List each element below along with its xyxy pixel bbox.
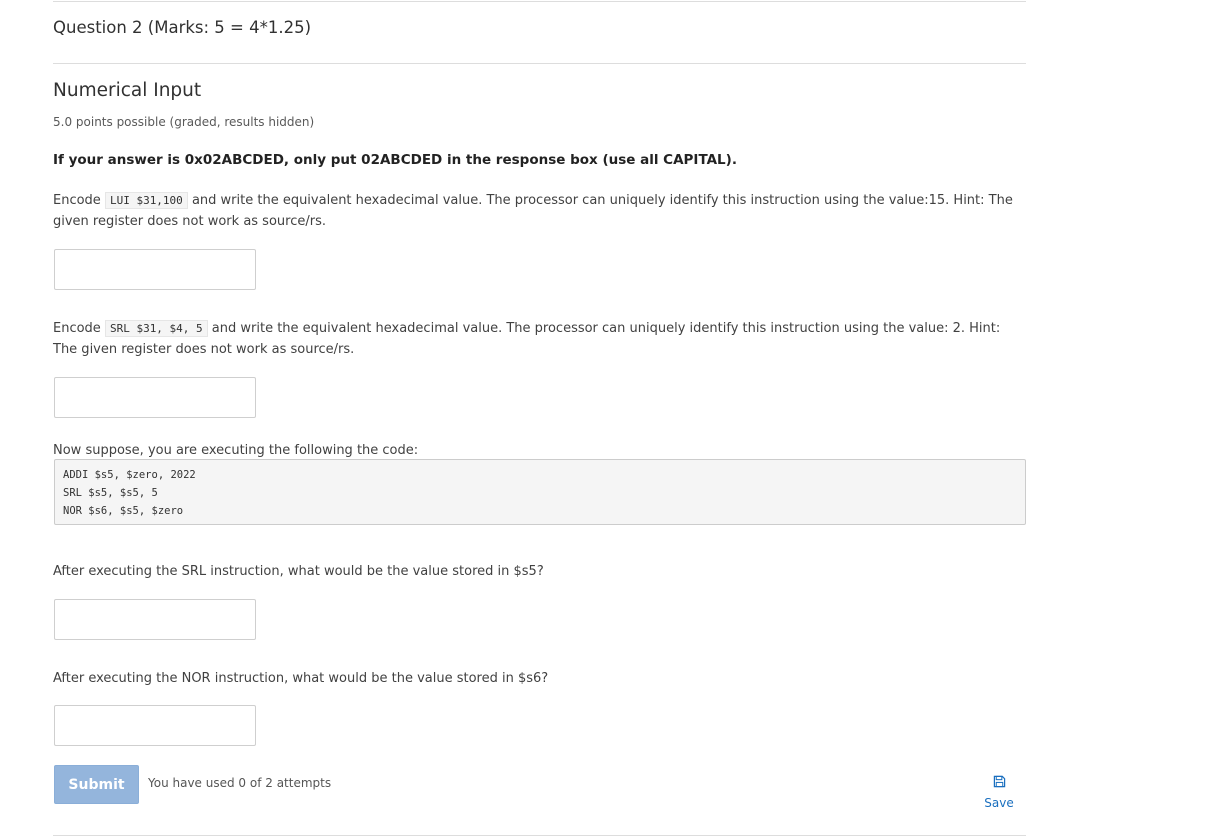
- question-2-text: Encode SRL $31, $4, 5 and write the equi…: [53, 318, 1013, 360]
- bottom-divider: [53, 835, 1026, 836]
- answer-input-2[interactable]: [54, 377, 256, 418]
- question-header: Question 2 (Marks: 5 = 4*1.25): [53, 18, 312, 37]
- floppy-disk-icon: [993, 775, 1005, 788]
- code-line: ADDI $s5, $zero, 2022: [63, 469, 196, 481]
- code-line: NOR $s6, $s5, $zero: [63, 505, 184, 517]
- question-3-text: After executing the SRL instruction, wha…: [53, 564, 544, 579]
- answer-input-1[interactable]: [54, 249, 256, 290]
- top-divider: [53, 1, 1026, 2]
- q1-prefix: Encode: [53, 193, 101, 208]
- question-1-text: Encode LUI $31,100 and write the equival…: [53, 190, 1013, 232]
- answer-format-instruction: If your answer is 0x02ABCDED, only put 0…: [53, 152, 737, 168]
- save-label: Save: [984, 796, 1014, 810]
- code-intro: Now suppose, you are executing the follo…: [53, 443, 419, 458]
- question-4-text: After executing the NOR instruction, wha…: [53, 671, 549, 686]
- q2-prefix: Encode: [53, 321, 101, 336]
- answer-input-3[interactable]: [54, 599, 256, 640]
- submit-button[interactable]: Submit: [54, 765, 139, 804]
- code-block: ADDI $s5, $zero, 2022 SRL $s5, $s5, 5 NO…: [54, 459, 1026, 525]
- answer-input-4[interactable]: [54, 705, 256, 746]
- attempts-counter: You have used 0 of 2 attempts: [148, 776, 332, 790]
- problem-title: Numerical Input: [53, 80, 202, 101]
- header-divider: [53, 63, 1026, 64]
- q1-code: LUI $31,100: [104, 192, 188, 209]
- save-button[interactable]: Save: [980, 775, 1018, 811]
- code-line: SRL $s5, $s5, 5: [63, 487, 158, 499]
- q1-suffix: and write the equivalent hexadecimal val…: [53, 193, 1013, 229]
- q2-code: SRL $31, $4, 5: [104, 320, 208, 337]
- points-possible: 5.0 points possible (graded, results hid…: [53, 115, 315, 129]
